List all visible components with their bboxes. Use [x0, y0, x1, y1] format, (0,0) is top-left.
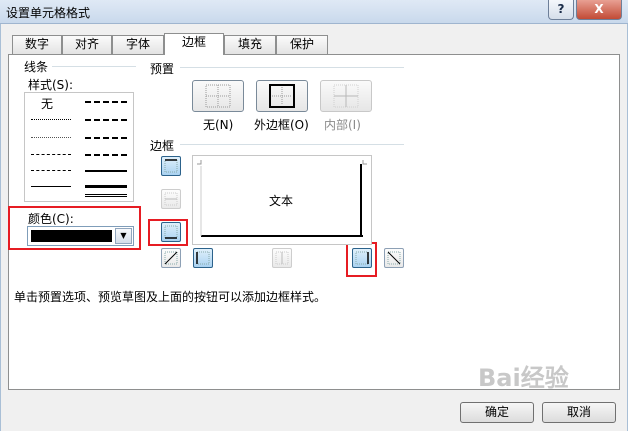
watermark: Bai经验: [478, 364, 569, 392]
style-none-option[interactable]: 无: [41, 95, 53, 112]
title-bar: 设置单元格格式 ? X: [0, 0, 628, 24]
tab-alignment[interactable]: 对齐: [62, 35, 112, 54]
highlight-color-box: [8, 206, 141, 250]
diagonal-down-icon: [387, 251, 401, 265]
border-diagonal-up-button[interactable]: [161, 248, 181, 268]
line-style-list: 无: [24, 92, 134, 202]
style-dashdot-option[interactable]: [31, 170, 71, 171]
border-preview[interactable]: 文本: [192, 155, 372, 245]
border-group-title: 边框: [150, 139, 175, 153]
line-group-title: 线条: [24, 60, 49, 74]
preset-none-button[interactable]: [192, 80, 244, 112]
preset-inside-label: 内部(I): [324, 118, 361, 132]
border-divider: [180, 144, 404, 145]
style-slanted-dashdot-option[interactable]: [85, 119, 127, 121]
line-group-divider: [52, 66, 136, 67]
border-inside-horizontal-icon: [164, 192, 178, 206]
preset-outline-icon: [269, 84, 295, 108]
style-label: 样式(S):: [28, 78, 74, 92]
tab-protection[interactable]: 保护: [276, 35, 328, 54]
preset-none-label: 无(N): [203, 118, 234, 132]
close-button[interactable]: X: [576, 0, 622, 20]
style-double-option[interactable]: [85, 194, 127, 197]
style-thin-option[interactable]: [31, 186, 71, 187]
preset-outline-button[interactable]: [256, 80, 308, 112]
border-inside-vertical-icon: [275, 251, 289, 265]
preset-none-icon: [205, 84, 231, 108]
border-top-icon: [164, 159, 178, 173]
preset-inside-button[interactable]: [320, 80, 372, 112]
tab-font[interactable]: 字体: [112, 35, 164, 54]
tab-number[interactable]: 数字: [12, 35, 62, 54]
highlight-bottom-border: [148, 219, 188, 246]
style-dashdotdot-option[interactable]: [31, 154, 71, 155]
ok-button[interactable]: 确定: [460, 402, 534, 423]
diagonal-up-icon: [164, 251, 178, 265]
highlight-right-border: [346, 242, 377, 277]
border-left-button[interactable]: [193, 248, 213, 268]
preset-outline-label: 外边框(O): [254, 118, 309, 132]
preview-text: 文本: [269, 194, 294, 208]
style-medium-dashdotdot-option[interactable]: [85, 101, 127, 103]
border-inside-horizontal-button[interactable]: [161, 189, 181, 209]
cancel-button[interactable]: 取消: [542, 402, 616, 423]
preset-inside-icon: [333, 84, 359, 108]
tab-border[interactable]: 边框: [164, 33, 224, 55]
tab-fill[interactable]: 填充: [224, 35, 276, 54]
border-inside-vertical-button[interactable]: [272, 248, 292, 268]
style-thick-option[interactable]: [85, 185, 127, 188]
border-top-button[interactable]: [161, 156, 181, 176]
style-hair-option[interactable]: [31, 119, 71, 120]
style-medium-option[interactable]: [85, 170, 127, 172]
hint-text: 单击预置选项、预览草图及上面的按钮可以添加边框样式。: [14, 290, 327, 304]
border-left-icon: [196, 251, 210, 265]
preset-divider: [180, 67, 404, 68]
help-button[interactable]: ?: [548, 0, 574, 20]
window-title: 设置单元格格式: [6, 6, 91, 20]
style-medium-dashed-option[interactable]: [85, 154, 127, 156]
preset-group-title: 预置: [150, 62, 175, 76]
style-dotted-option[interactable]: [31, 137, 71, 138]
style-medium-dashdot-option[interactable]: [85, 137, 127, 139]
border-diagonal-down-button[interactable]: [384, 248, 404, 268]
